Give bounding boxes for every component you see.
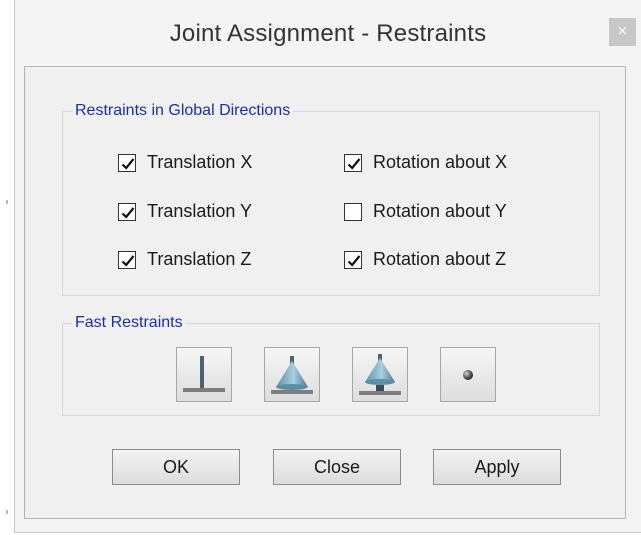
rotation-x-label: Rotation about X xyxy=(373,152,508,172)
rotation-z-label: Rotation about Z xyxy=(373,249,507,269)
checkbox-box[interactable] xyxy=(344,153,362,172)
rotation-y-label: Rotation about Y xyxy=(373,201,507,221)
ok-button[interactable]: OK xyxy=(112,449,240,485)
edge-tick xyxy=(6,200,8,204)
checkmark-icon xyxy=(121,157,135,170)
fixed-support-button[interactable] xyxy=(176,347,232,402)
translation-z-checkbox[interactable]: Translation Z xyxy=(118,249,251,270)
checkmark-icon xyxy=(121,206,135,219)
window-title: Joint Assignment - Restraints xyxy=(169,20,487,47)
background-window-edge xyxy=(0,0,14,535)
fixed-support-icon xyxy=(183,356,225,392)
rotation-z-checkbox[interactable]: Rotation about Z xyxy=(344,249,506,270)
rotation-x-checkbox[interactable]: Rotation about X xyxy=(344,152,507,173)
checkmark-icon xyxy=(121,254,135,267)
translation-y-checkbox[interactable]: Translation Y xyxy=(118,201,252,222)
pinned-support-icon xyxy=(271,356,313,394)
title-bar[interactable]: Joint Assignment - Restraints × xyxy=(15,0,641,68)
checkbox-box[interactable] xyxy=(118,153,136,172)
edge-tick xyxy=(6,510,8,514)
fast-restraints-group: Fast Restraints xyxy=(62,314,600,416)
checkbox-box[interactable] xyxy=(344,250,362,269)
fast-restraints-legend: Fast Restraints xyxy=(75,314,183,331)
rotation-y-checkbox[interactable]: Rotation about Y xyxy=(344,201,507,222)
free-joint-button[interactable] xyxy=(440,347,496,402)
roller-support-icon xyxy=(359,354,401,395)
checkbox-box[interactable] xyxy=(118,202,136,221)
checkmark-icon xyxy=(347,157,361,170)
apply-button[interactable]: Apply xyxy=(433,449,561,485)
translation-x-checkbox[interactable]: Translation X xyxy=(118,152,252,173)
checkbox-box[interactable] xyxy=(344,202,362,221)
checkbox-box[interactable] xyxy=(118,250,136,269)
pinned-support-button[interactable] xyxy=(264,347,320,402)
free-joint-icon xyxy=(463,370,473,380)
translation-z-label: Translation Z xyxy=(147,249,252,269)
translation-x-label: Translation X xyxy=(147,152,253,172)
checkmark-icon xyxy=(347,254,361,267)
close-window-button[interactable]: × xyxy=(609,18,636,46)
roller-support-button[interactable] xyxy=(352,347,408,402)
close-button[interactable]: Close xyxy=(273,449,401,485)
restraints-group-legend: Restraints in Global Directions xyxy=(75,102,291,119)
translation-y-label: Translation Y xyxy=(147,201,253,221)
